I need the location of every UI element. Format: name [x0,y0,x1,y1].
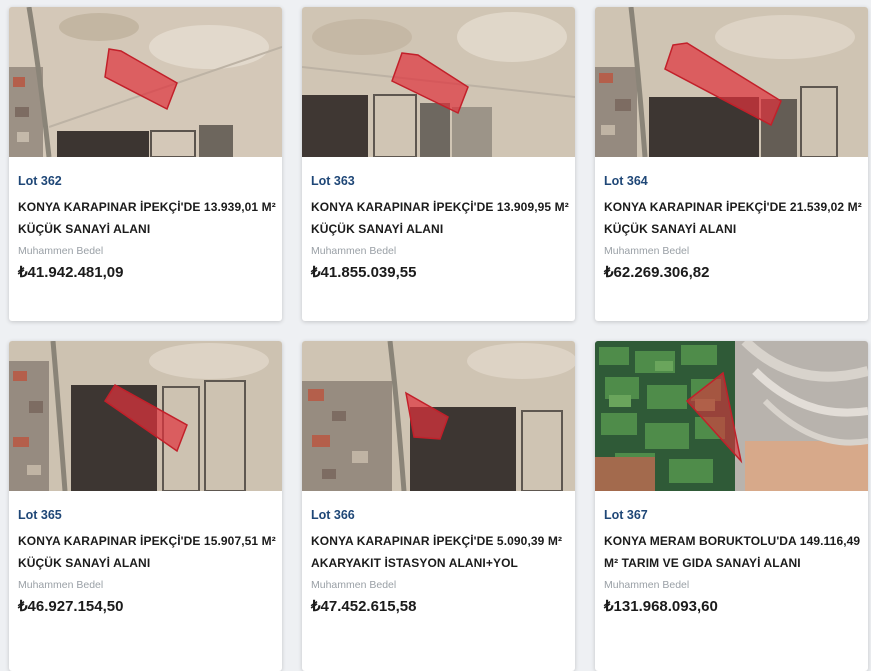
lot-map-image[interactable] [302,7,575,157]
price-value: ₺41.942.481,09 [18,264,124,281]
lot-title[interactable]: KONYA KARAPINAR İPEKÇİ'DE 13.939,01 M² K… [18,196,276,240]
lot-number[interactable]: Lot 362 [18,174,62,188]
lot-title-line: KONYA KARAPINAR İPEKÇİ'DE 13.939,01 M² [18,200,276,214]
lot-title-line: KÜÇÜK SANAYİ ALANI [604,222,737,236]
lot-title-line: KÜÇÜK SANAYİ ALANI [18,556,151,570]
lot-map-image[interactable] [595,341,868,491]
lot-title-line: KÜÇÜK SANAYİ ALANI [18,222,151,236]
price-label: Muhammen Bedel [311,579,397,591]
lot-card[interactable]: Lot 366 KONYA KARAPINAR İPEKÇİ'DE 5.090,… [302,341,575,671]
lot-map-image[interactable] [302,341,575,491]
lot-number[interactable]: Lot 363 [311,174,355,188]
price-label: Muhammen Bedel [311,245,397,257]
price-label: Muhammen Bedel [18,579,104,591]
lot-title-line: KONYA KARAPINAR İPEKÇİ'DE 5.090,39 M² [311,534,563,548]
lot-title[interactable]: KONYA KARAPINAR İPEKÇİ'DE 5.090,39 M² AK… [311,530,569,574]
lot-map-image[interactable] [595,7,868,157]
lot-card[interactable]: Lot 365 KONYA KARAPINAR İPEKÇİ'DE 15.907… [9,341,282,671]
lot-title-line: AKARYAKIT İSTASYON ALANI+YOL [311,556,518,570]
lot-card[interactable]: Lot 367 KONYA MERAM BORUKTOLU'DA 149.116… [595,341,868,671]
lot-card[interactable]: Lot 363 KONYA KARAPINAR İPEKÇİ'DE 13.909… [302,7,575,321]
lot-map-image[interactable] [9,341,282,491]
lot-card[interactable]: Lot 362 KONYA KARAPINAR İPEKÇİ'DE 13.939… [9,7,282,321]
lot-number[interactable]: Lot 365 [18,508,62,522]
price-value: ₺62.269.306,82 [604,264,710,281]
lot-title[interactable]: KONYA MERAM BORUKTOLU'DA 149.116,49 M² T… [604,530,862,574]
price-label: Muhammen Bedel [604,579,690,591]
lot-number[interactable]: Lot 366 [311,508,355,522]
price-value: ₺46.927.154,50 [18,598,124,615]
lot-map-image[interactable] [9,7,282,157]
price-value: ₺41.855.039,55 [311,264,417,281]
lot-title-line: KONYA MERAM BORUKTOLU'DA 149.116,49 [604,534,861,548]
lot-title[interactable]: KONYA KARAPINAR İPEKÇİ'DE 13.909,95 M² K… [311,196,569,240]
price-label: Muhammen Bedel [604,245,690,257]
price-value: ₺47.452.615,58 [311,598,417,615]
lot-number[interactable]: Lot 364 [604,174,648,188]
lot-title-line: KONYA KARAPINAR İPEKÇİ'DE 13.909,95 M² [311,200,569,214]
lot-title-line: M² TARIM VE GIDA SANAYİ ALANI [604,556,801,570]
price-value: ₺131.968.093,60 [604,598,718,615]
lot-title[interactable]: KONYA KARAPINAR İPEKÇİ'DE 21.539,02 M² K… [604,196,862,240]
lot-card[interactable]: Lot 364 KONYA KARAPINAR İPEKÇİ'DE 21.539… [595,7,868,321]
lot-title-line: KONYA KARAPINAR İPEKÇİ'DE 21.539,02 M² [604,200,862,214]
lot-number[interactable]: Lot 367 [604,508,648,522]
lot-title-line: KONYA KARAPINAR İPEKÇİ'DE 15.907,51 M² [18,534,276,548]
lot-title[interactable]: KONYA KARAPINAR İPEKÇİ'DE 15.907,51 M² K… [18,530,276,574]
lot-title-line: KÜÇÜK SANAYİ ALANI [311,222,444,236]
price-label: Muhammen Bedel [18,245,104,257]
